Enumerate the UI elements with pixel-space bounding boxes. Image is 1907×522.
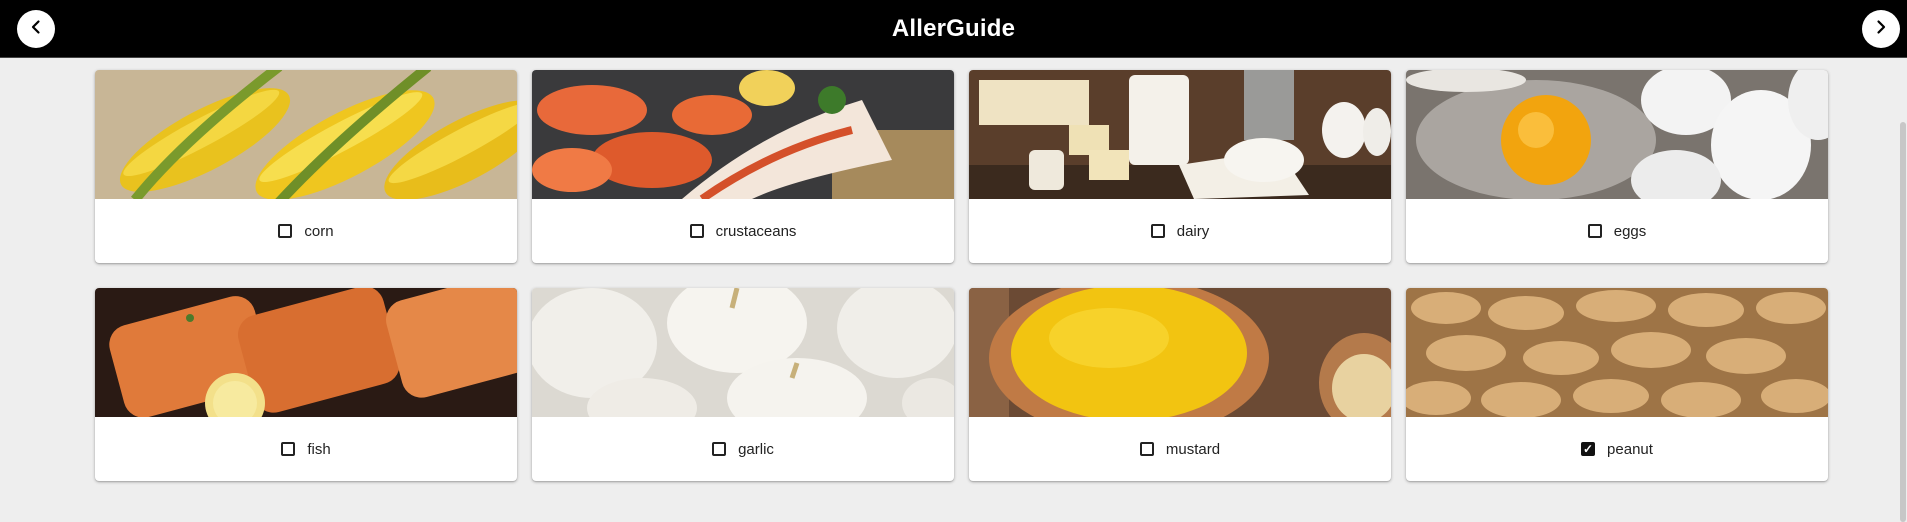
allergen-option[interactable]: ✓ crustaceans xyxy=(532,199,954,263)
allergen-label: fish xyxy=(307,440,331,458)
allergen-option[interactable]: ✓ garlic xyxy=(532,417,954,481)
allergen-option[interactable]: ✓ fish xyxy=(95,417,517,481)
chevron-right-icon xyxy=(1873,19,1889,40)
allergen-label: garlic xyxy=(738,440,774,458)
fish-photo xyxy=(95,288,517,417)
checkbox[interactable]: ✓ xyxy=(1150,224,1165,238)
allergen-card-crustaceans[interactable]: ✓ crustaceans xyxy=(532,70,954,263)
checkbox[interactable]: ✓ xyxy=(689,224,704,238)
allergen-card-corn[interactable]: ✓ corn xyxy=(95,70,517,263)
app-bar: AllerGuide xyxy=(0,0,1907,58)
corn-photo xyxy=(95,70,517,199)
allergen-card-dairy[interactable]: ✓ dairy xyxy=(969,70,1391,263)
check-icon: ✓ xyxy=(1583,442,1594,456)
garlic-photo xyxy=(532,288,954,417)
crustaceans-photo xyxy=(532,70,954,199)
scrollbar-thumb[interactable] xyxy=(1900,122,1906,522)
chevron-left-icon xyxy=(28,19,44,40)
allergen-card-eggs[interactable]: ✓ eggs xyxy=(1406,70,1828,263)
allergen-label: dairy xyxy=(1176,222,1210,240)
allergen-label: eggs xyxy=(1613,222,1647,240)
app-title: AllerGuide xyxy=(891,14,1016,42)
allergen-card-peanut[interactable]: ✓ peanut xyxy=(1406,288,1828,481)
allergen-option[interactable]: ✓ eggs xyxy=(1406,199,1828,263)
allergen-card-garlic[interactable]: ✓ garlic xyxy=(532,288,954,481)
scrollbar[interactable] xyxy=(1897,58,1907,522)
checkbox[interactable]: ✓ xyxy=(1139,442,1154,456)
allergen-option[interactable]: ✓ mustard xyxy=(969,417,1391,481)
allergen-label: corn xyxy=(304,222,334,240)
checkbox[interactable]: ✓ xyxy=(1581,442,1596,456)
mustard-photo xyxy=(969,288,1391,417)
allergen-card-fish[interactable]: ✓ fish xyxy=(95,288,517,481)
checkbox[interactable]: ✓ xyxy=(281,442,296,456)
allergen-option[interactable]: ✓ dairy xyxy=(969,199,1391,263)
allergen-label: mustard xyxy=(1165,440,1221,458)
allergen-label: peanut xyxy=(1607,440,1653,458)
checkbox[interactable]: ✓ xyxy=(712,442,727,456)
checkbox[interactable]: ✓ xyxy=(1587,224,1602,238)
allergen-option[interactable]: ✓ corn xyxy=(95,199,517,263)
checkbox[interactable]: ✓ xyxy=(278,224,293,238)
allergen-card-mustard[interactable]: ✓ mustard xyxy=(969,288,1391,481)
allergen-grid: ✓ corn ✓ crustaceans xyxy=(95,70,1831,481)
peanut-photo xyxy=(1406,288,1828,417)
allergen-label: crustaceans xyxy=(715,222,797,240)
allergen-option[interactable]: ✓ peanut xyxy=(1406,417,1828,481)
dairy-photo xyxy=(969,70,1391,199)
forward-button[interactable] xyxy=(1862,10,1900,48)
eggs-photo xyxy=(1406,70,1828,199)
back-button[interactable] xyxy=(17,10,55,48)
